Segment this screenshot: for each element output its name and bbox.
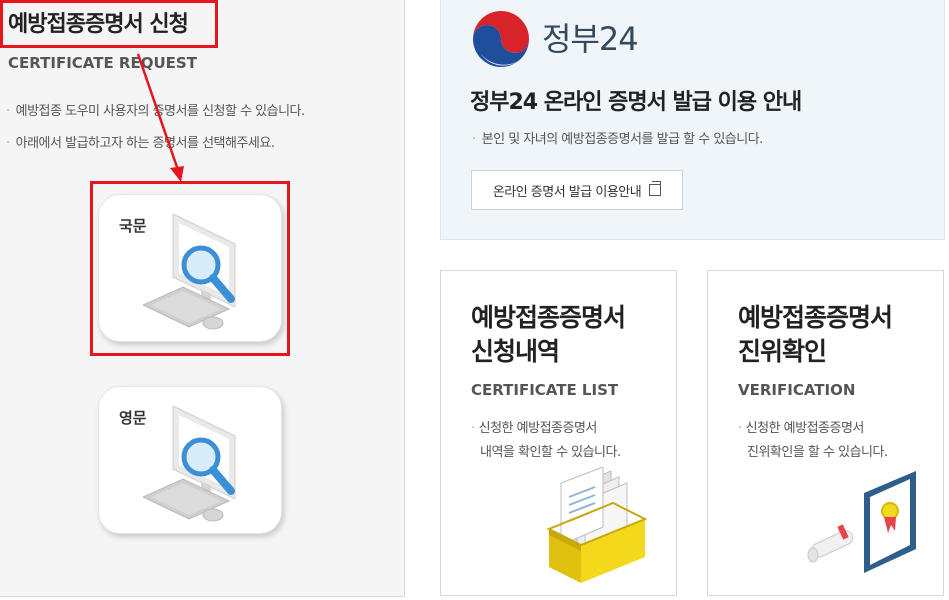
card-desc-line: 내역을 확인할 수 있습니다.: [480, 445, 621, 460]
card-description: · 신청한 예방접종증명서 내역을 확인할 수 있습니다.: [471, 417, 621, 465]
button-label: 온라인 증명서 발급 이용안내: [492, 184, 642, 200]
card-description: · 신청한 예방접종증명서 진위확인을 할 수 있습니다.: [738, 417, 888, 465]
online-guide-button[interactable]: 온라인 증명서 발급 이용안내: [471, 170, 683, 210]
card-subtitle: VERIFICATION: [738, 381, 856, 399]
card-title-line: 예방접종증명서: [471, 303, 626, 332]
card-subtitle: CERTIFICATE LIST: [471, 381, 619, 399]
card-title-line: 진위확인: [738, 337, 827, 366]
gov24-name: 정부24: [542, 20, 639, 58]
card-title-line: 신청내역: [471, 337, 560, 366]
computer-magnifier-icon: [143, 405, 236, 522]
card-title-line: 예방접종증명서: [738, 303, 893, 332]
selection-highlight: [90, 181, 290, 356]
card-title: 예방접종증명서 진위확인: [738, 301, 893, 369]
document-box-icon: [546, 467, 648, 583]
card-desc-line: 신청한 예방접종증명서: [745, 421, 865, 436]
english-certificate-button[interactable]: 영문: [98, 386, 282, 534]
card-desc-line: 신청한 예방접종증명서: [478, 421, 598, 436]
gov24-note: 본인 및 자녀의 예방접종증명서를 발급 할 수 있습니다.: [472, 128, 764, 147]
card-title: 예방접종증명서 신청내역: [471, 301, 626, 369]
gov24-emblem-icon: [473, 11, 529, 67]
annotation-arrow: [136, 53, 184, 182]
new-window-icon: [649, 181, 662, 196]
gov24-heading: 정부24 온라인 증명서 발급 이용 안내: [470, 90, 802, 115]
certificate-list-card[interactable]: 예방접종증명서 신청내역 CERTIFICATE LIST · 신청한 예방접종증…: [440, 270, 677, 596]
card-desc-line: 진위확인을 할 수 있습니다.: [747, 445, 888, 460]
verification-card[interactable]: 예방접종증명서 진위확인 VERIFICATION · 신청한 예방접종증명서 진…: [707, 270, 944, 596]
certificate-frame-icon: [807, 471, 916, 573]
